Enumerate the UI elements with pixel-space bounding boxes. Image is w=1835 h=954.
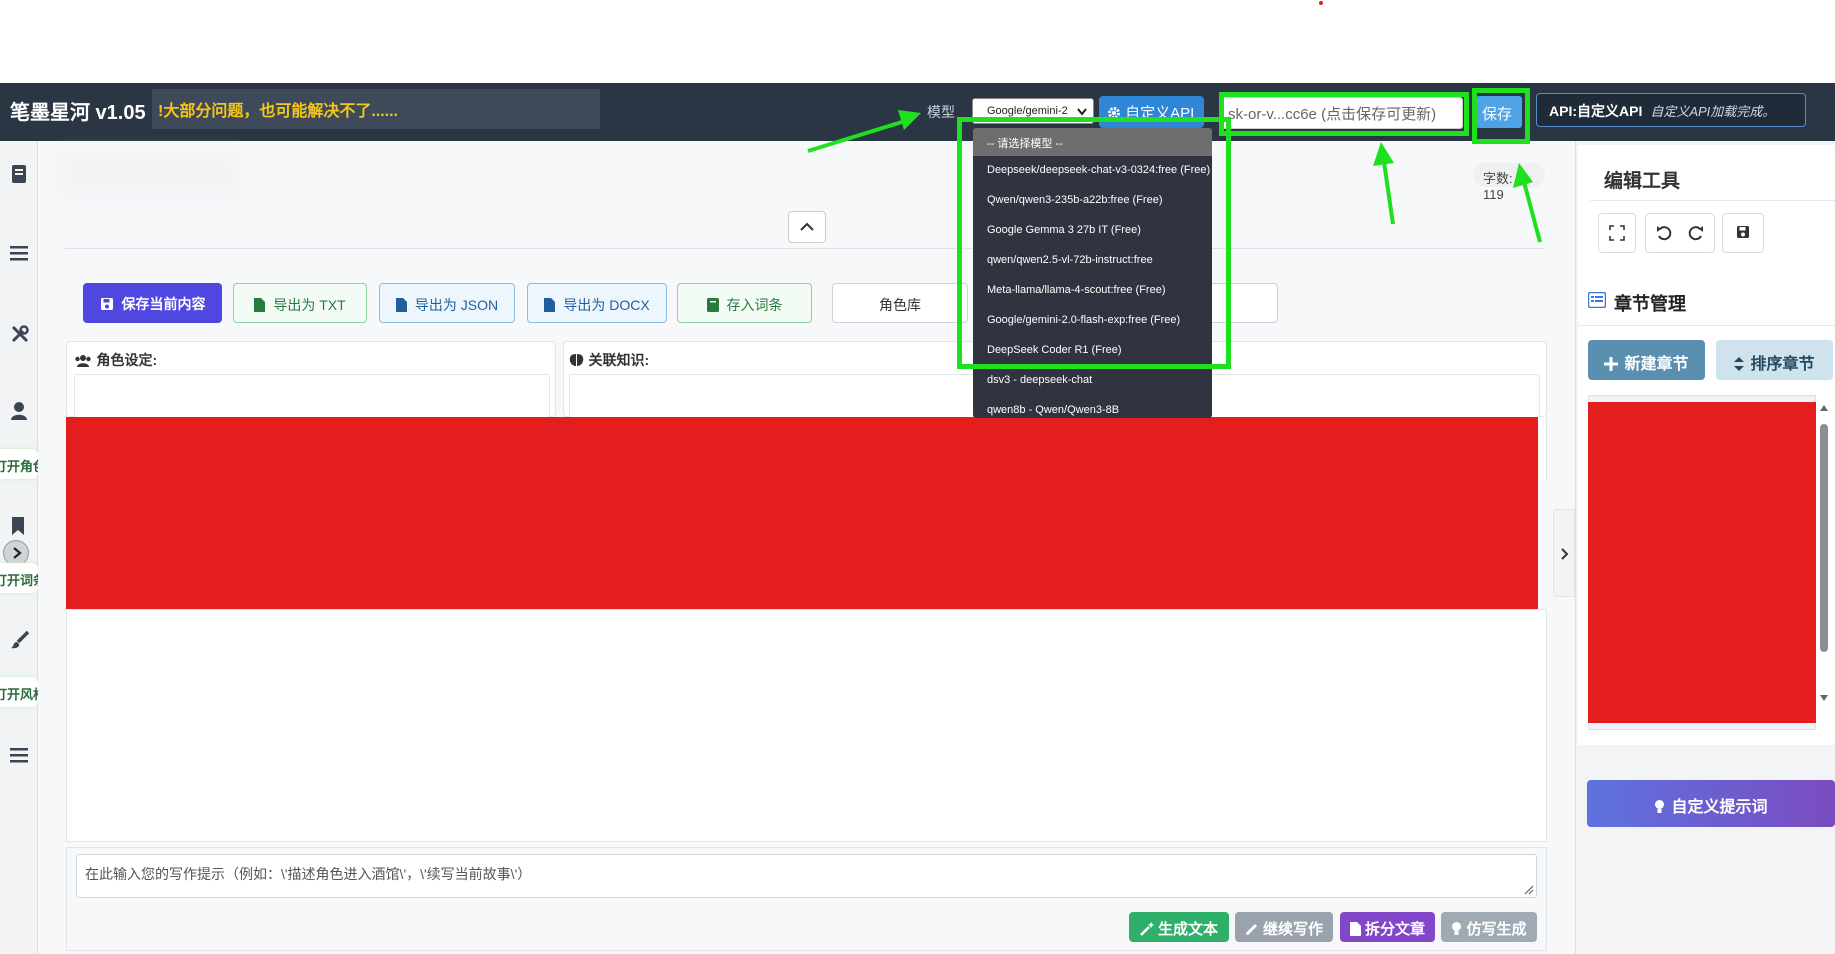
annotation-arrows — [807, 110, 1542, 243]
